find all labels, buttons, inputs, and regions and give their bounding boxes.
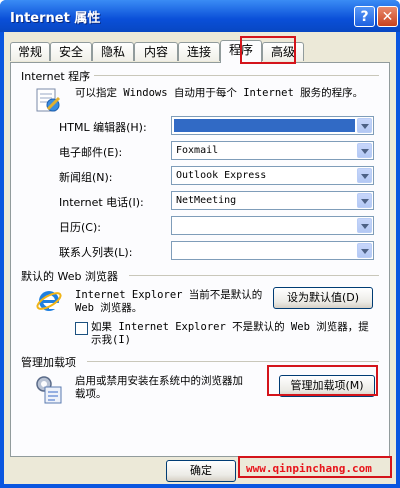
prompt-checkbox-label-line2: 示我(I): [91, 334, 131, 346]
browser-message-line1: Internet Explorer 当前不是默认的: [75, 289, 263, 301]
newsgroups-label: 新闻组(N):: [59, 171, 113, 184]
html-editor-select[interactable]: [171, 116, 374, 135]
calendar-select[interactable]: [171, 216, 374, 235]
selection-highlight: [174, 119, 355, 132]
tab-connections[interactable]: 连接: [178, 42, 220, 61]
tab-security[interactable]: 安全: [50, 42, 92, 61]
browser-message-line2: Web 浏览器。: [75, 302, 143, 314]
chevron-down-icon[interactable]: [357, 143, 372, 158]
calendar-label: 日历(C):: [59, 221, 101, 234]
newsgroups-select[interactable]: Outlook Express: [171, 166, 374, 185]
tab-privacy[interactable]: 隐私: [92, 42, 134, 61]
html-editor-label: HTML 编辑器(H):: [59, 121, 147, 134]
chevron-down-icon[interactable]: [357, 118, 372, 133]
ok-button[interactable]: 确定: [166, 460, 236, 482]
chevron-down-icon[interactable]: [357, 168, 372, 183]
contact-list-select[interactable]: [171, 241, 374, 260]
manage-addons-button[interactable]: 管理加载项(M): [279, 375, 375, 397]
internet-call-label: Internet 电话(I):: [59, 196, 144, 209]
dialog-window: Internet 属性 ? ✕ 常规 安全 隐私 内容 连接 程序 高级 Int…: [0, 0, 400, 488]
prompt-checkbox-label-line1: 如果 Internet Explorer 不是默认的 Web 浏览器，提: [91, 321, 369, 333]
set-default-button[interactable]: 设为默认值(D): [273, 287, 373, 309]
email-select[interactable]: Foxmail: [171, 141, 374, 160]
group-divider: [89, 75, 379, 76]
programs-panel: Internet 程序 可以指定 Windows 自动用于每个 Internet…: [10, 62, 390, 457]
chevron-down-icon[interactable]: [357, 218, 372, 233]
help-button[interactable]: ?: [354, 6, 375, 27]
internet-explorer-icon: [36, 291, 62, 311]
group-divider: [129, 275, 379, 276]
internet-call-select[interactable]: NetMeeting: [171, 191, 374, 210]
tab-programs[interactable]: 程序: [220, 40, 262, 63]
dialog-client: 常规 安全 隐私 内容 连接 程序 高级 Internet 程序 可以指定 Wi…: [4, 32, 396, 484]
email-label: 电子邮件(E):: [59, 146, 123, 159]
programs-icon: [36, 88, 61, 112]
newsgroups-value: Outlook Express: [176, 170, 267, 181]
chevron-down-icon[interactable]: [357, 243, 372, 258]
prompt-checkbox[interactable]: [75, 322, 88, 335]
group-divider: [87, 361, 379, 362]
default-browser-group-title: 默认的 Web 浏览器: [21, 268, 122, 284]
addons-gear-icon: [36, 376, 62, 404]
contact-list-label: 联系人列表(L):: [59, 246, 133, 259]
internet-call-value: NetMeeting: [176, 195, 237, 206]
tab-general[interactable]: 常规: [10, 42, 50, 61]
window-title: Internet 属性: [10, 11, 101, 26]
internet-programs-group-title: Internet 程序: [21, 68, 95, 84]
manage-addons-group-title: 管理加载项: [21, 354, 80, 370]
title-bar[interactable]: Internet 属性 ? ✕: [0, 0, 400, 32]
addons-message-line2: 载项。: [75, 388, 107, 400]
watermark-text: www.qinpinchang.com: [246, 462, 372, 475]
addons-message-line1: 启用或禁用安装在系统中的浏览器加: [75, 375, 243, 387]
tab-content[interactable]: 内容: [134, 42, 178, 61]
chevron-down-icon[interactable]: [357, 193, 372, 208]
programs-description: 可以指定 Windows 自动用于每个 Internet 服务的程序。: [75, 87, 364, 99]
tab-advanced[interactable]: 高级: [262, 42, 304, 61]
close-button[interactable]: ✕: [377, 6, 398, 27]
email-value: Foxmail: [176, 145, 219, 156]
